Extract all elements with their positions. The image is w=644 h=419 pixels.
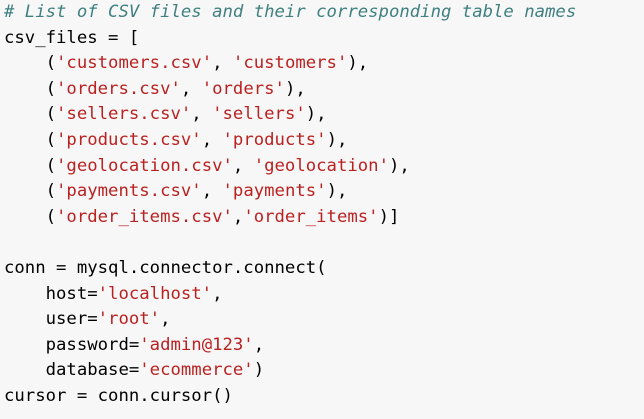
code-token: database= bbox=[4, 360, 140, 381]
code-token: ( bbox=[4, 53, 57, 74]
code-string: 'sellers.csv' bbox=[56, 104, 192, 125]
code-string: 'products.csv' bbox=[56, 129, 202, 150]
code-cell[interactable]: # List of CSV files and their correspond… bbox=[0, 0, 644, 419]
code-line: database='ecommerce') bbox=[4, 358, 644, 384]
code-token: , bbox=[212, 53, 233, 74]
code-token: ( bbox=[4, 104, 57, 125]
code-token: , bbox=[201, 129, 223, 150]
code-string: 'admin@123' bbox=[139, 334, 254, 355]
code-string: 'sellers' bbox=[212, 104, 306, 125]
code-line: ('orders.csv', 'orders'), bbox=[4, 77, 644, 103]
code-token: , bbox=[201, 181, 223, 202]
code-token: user= bbox=[4, 309, 98, 330]
code-line: conn = mysql.connector.connect( bbox=[4, 256, 644, 282]
code-string: 'products' bbox=[222, 129, 327, 150]
code-line: password='admin@123', bbox=[4, 333, 644, 359]
code-line: ('sellers.csv', 'sellers'), bbox=[4, 102, 644, 128]
code-token: ) bbox=[253, 360, 265, 381]
code-line: ('payments.csv', 'payments'), bbox=[4, 179, 644, 205]
code-token: , bbox=[180, 78, 202, 99]
code-string: 'customers.csv' bbox=[56, 53, 213, 74]
code-token: )] bbox=[378, 206, 400, 227]
code-token: , bbox=[232, 155, 254, 176]
code-token: ( bbox=[4, 206, 57, 227]
code-string: 'localhost' bbox=[97, 283, 213, 304]
code-token: ), bbox=[326, 181, 348, 202]
code-token: , bbox=[253, 334, 265, 355]
code-line: ('order_items.csv','order_items')] bbox=[4, 205, 644, 231]
code-string: 'order_items.csv' bbox=[56, 206, 233, 227]
code-comment: # List of CSV files and their correspond… bbox=[4, 2, 577, 22]
code-line: # List of CSV files and their correspond… bbox=[4, 0, 644, 26]
code-token: password= bbox=[4, 334, 140, 355]
code-token: cursor = conn.cursor() bbox=[4, 385, 233, 406]
code-line: ('customers.csv', 'customers'), bbox=[4, 51, 644, 77]
code-line: ('products.csv', 'products'), bbox=[4, 128, 644, 154]
code-string: 'orders' bbox=[201, 78, 285, 99]
code-token: , bbox=[212, 283, 223, 304]
code-token: ), bbox=[388, 155, 410, 176]
code-string: 'customers' bbox=[232, 53, 348, 74]
code-token: ( bbox=[4, 181, 57, 202]
code-string: 'payments.csv' bbox=[56, 181, 202, 202]
code-token: ( bbox=[4, 129, 57, 150]
code-token: ( bbox=[4, 155, 57, 176]
code-token: , bbox=[232, 206, 244, 227]
code-token: , bbox=[191, 104, 213, 125]
code-token: csv_files = [ bbox=[4, 27, 140, 48]
code-token: ), bbox=[326, 129, 348, 150]
code-token: ), bbox=[305, 104, 327, 125]
code-line: csv_files = [ bbox=[4, 26, 644, 52]
code-string: 'payments' bbox=[222, 181, 327, 202]
code-line: user='root', bbox=[4, 307, 644, 333]
code-token: host= bbox=[4, 283, 98, 304]
code-line: host='localhost', bbox=[4, 282, 644, 308]
code-string: 'root' bbox=[97, 309, 161, 330]
code-string: 'geolocation' bbox=[253, 155, 389, 176]
code-token: , bbox=[160, 309, 171, 330]
code-token: ), bbox=[284, 78, 306, 99]
code-token: ( bbox=[4, 78, 57, 99]
code-token: conn = mysql.connector.connect( bbox=[4, 257, 327, 278]
code-string: 'ecommerce' bbox=[139, 360, 254, 381]
code-token: ), bbox=[347, 53, 369, 74]
code-line: cursor = conn.cursor() bbox=[4, 384, 644, 410]
code-line: ('geolocation.csv', 'geolocation'), bbox=[4, 154, 644, 180]
code-editor[interactable]: # List of CSV files and their correspond… bbox=[4, 0, 644, 410]
code-string: 'order_items' bbox=[243, 206, 379, 227]
code-string: 'orders.csv' bbox=[56, 78, 181, 99]
code-string: 'geolocation.csv' bbox=[56, 155, 233, 176]
